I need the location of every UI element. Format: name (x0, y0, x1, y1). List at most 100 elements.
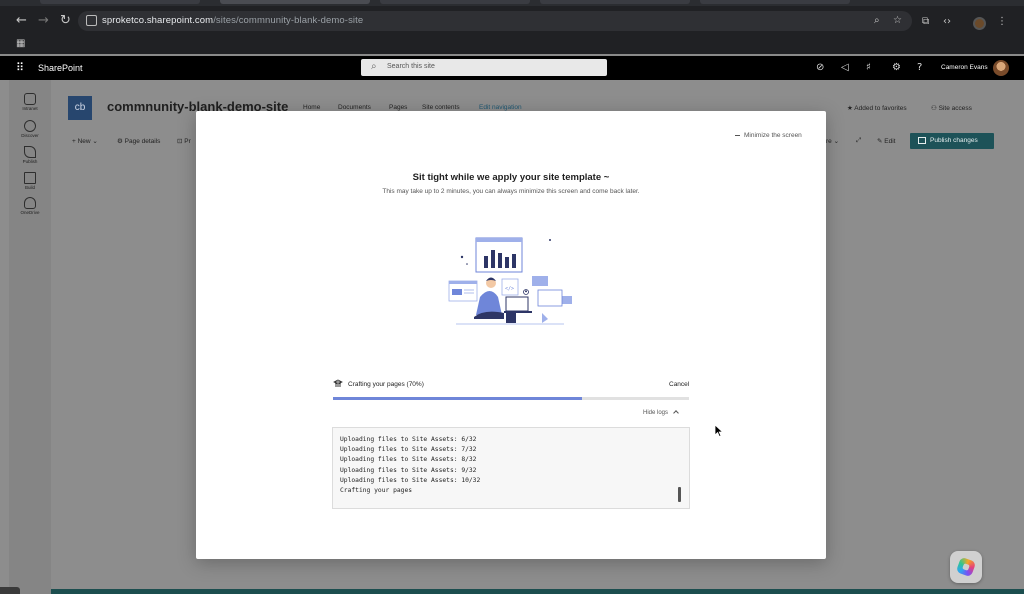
zoom-icon[interactable]: ⌕ (874, 15, 880, 26)
progress-label: Crafting your pages (70%) (348, 381, 424, 388)
favorites-label: Added to favorites (854, 105, 907, 112)
code-icon[interactable]: ‹› (943, 16, 951, 27)
log-scrollbar[interactable] (678, 487, 681, 502)
partial-share-button[interactable]: re ⌄ (826, 137, 839, 145)
minimize-label: Minimize the screen (744, 132, 802, 139)
copilot-icon (955, 556, 977, 578)
minimize-screen-button[interactable]: Minimize the screen (735, 132, 802, 139)
sharepoint-template-icon (333, 379, 343, 387)
chevron-up-icon (673, 410, 679, 417)
edit-button[interactable]: ✎ Edit (877, 137, 895, 145)
browser-menu-icon[interactable]: ⋮ (997, 16, 1007, 27)
share-icon[interactable]: ♯ (866, 62, 871, 73)
expand-icon[interactable]: ⤢ (856, 137, 861, 145)
app-launcher-icon[interactable]: ⠿ (16, 62, 24, 74)
new-button[interactable]: + New ⌄ (72, 137, 98, 145)
corner-badge (0, 587, 20, 594)
bookmark-star-icon[interactable]: ☆ (893, 15, 902, 26)
translate-icon[interactable]: ⧉ (922, 16, 929, 27)
publish-changes-button[interactable]: Publish changes (910, 133, 994, 149)
publish-icon (918, 137, 926, 144)
log-line: Uploading files to Site Assets: 10/32 (340, 476, 481, 484)
back-arrow-icon[interactable]: ← (16, 14, 27, 27)
site-info-icon[interactable] (86, 15, 97, 26)
partial-command-button[interactable]: ⊡ Pr (177, 137, 191, 145)
mouse-cursor-icon (714, 424, 724, 438)
settings-gear-icon[interactable]: ⚙ (892, 62, 901, 73)
url-omnibox[interactable]: sproketco.sharepoint.com/sites/commnunit… (78, 11, 912, 31)
template-illustration: </> (448, 237, 572, 325)
rail-item-discover[interactable]: Discover (9, 120, 51, 138)
url-path: /sites/commnunity-blank-demo-site (213, 15, 364, 26)
edit-label: Edit (884, 138, 896, 145)
rail-label: Discover (21, 133, 39, 138)
log-line: Uploading files to Site Assets: 6/32 (340, 436, 477, 443)
hide-logs-label: Hide logs (643, 410, 669, 416)
url-host: sproketco.sharepoint.com (102, 15, 214, 26)
site-nav-site-contents[interactable]: Site contents (422, 104, 460, 111)
log-line: Crafting your pages (340, 487, 413, 495)
site-access-button[interactable]: ⚇ Site access (931, 104, 972, 112)
copilot-button[interactable] (950, 551, 982, 583)
log-line: Uploading files to Site Assets: 8/32 (340, 456, 477, 464)
forward-arrow-icon[interactable]: → (38, 14, 49, 27)
app-bar: Intranet Discover Publish Build OneDrive (9, 80, 51, 594)
rail-label: Build (24, 185, 35, 190)
user-avatar[interactable] (993, 60, 1009, 76)
address-bar: ← → ↻ sproketco.sharepoint.com/sites/com… (0, 6, 1024, 36)
cancel-button[interactable]: Cancel (669, 381, 689, 388)
dialog-title: Sit tight while we apply your site templ… (412, 172, 610, 183)
rail-label: Intranet (22, 106, 38, 111)
browser-tab[interactable] (700, 0, 850, 4)
site-search-box[interactable]: ⌕ Search this site (361, 59, 607, 76)
browser-profile-avatar[interactable] (973, 17, 986, 30)
progress-bar-fill (333, 397, 583, 400)
apply-template-dialog: Minimize the screen Sit tight while we a… (196, 111, 826, 559)
user-name[interactable]: Cameron Evans (941, 64, 988, 71)
sharepoint-brand[interactable]: SharePoint (38, 63, 83, 73)
svg-text:</>: </> (505, 286, 514, 292)
rail-item-intranet[interactable]: Intranet (9, 93, 51, 111)
browser-tab[interactable] (540, 0, 690, 4)
pen-icon (24, 146, 36, 158)
partial-command-label: Pr (184, 138, 191, 145)
rail-item-publish[interactable]: Publish (9, 146, 51, 164)
apps-grid-icon[interactable]: ▦ (16, 39, 26, 49)
page-details-button[interactable]: ⚙ Page details (117, 137, 160, 145)
log-line: Uploading files to Site Assets: 9/32 (340, 466, 477, 474)
feedback-icon[interactable]: ⊘ (816, 62, 824, 73)
site-logo[interactable]: cb (68, 96, 92, 120)
hide-logs-toggle[interactable]: Hide logs (643, 410, 679, 417)
dialog-subtitle: This may take up to 2 minutes, you can a… (382, 188, 640, 195)
new-label: New (77, 138, 91, 145)
log-lines: Uploading files to Site Assets: 6/32 Uplo… (340, 435, 480, 496)
browser-tab-active[interactable] (220, 0, 370, 4)
search-placeholder: Search this site (387, 63, 435, 70)
build-icon (24, 172, 36, 184)
compass-icon (24, 120, 36, 132)
rail-item-onedrive[interactable]: OneDrive (9, 197, 51, 215)
site-nav-pages[interactable]: Pages (389, 104, 407, 111)
suite-bar: ⠿ SharePoint ⌕ Search this site ⊘ ◁ ♯ ⚙ … (0, 56, 1024, 80)
home-icon (24, 93, 36, 105)
progress-bar (333, 397, 689, 400)
page-bottom-strip (51, 589, 1024, 594)
chevron-down-icon: ⌄ (90, 138, 98, 145)
reload-icon[interactable]: ↻ (60, 14, 71, 27)
cloud-icon (24, 197, 36, 209)
megaphone-icon[interactable]: ◁ (841, 62, 849, 73)
edit-navigation-link[interactable]: Edit navigation (479, 104, 522, 111)
site-nav-documents[interactable]: Documents (338, 104, 371, 111)
rail-item-build[interactable]: Build (9, 172, 51, 190)
url-text: sproketco.sharepoint.com/sites/commnunit… (102, 15, 363, 26)
rail-label: Publish (22, 159, 38, 164)
log-line: Uploading files to Site Assets: 7/32 (340, 446, 477, 454)
log-panel[interactable]: Uploading files to Site Assets: 6/32 Uplo… (332, 427, 690, 509)
people-icon: ⚇ (931, 105, 939, 112)
help-icon[interactable]: ? (917, 62, 922, 73)
favorites-button[interactable]: ★ Added to favorites (847, 104, 907, 112)
browser-tab[interactable] (380, 0, 530, 4)
browser-tab[interactable] (40, 0, 200, 4)
site-nav-home[interactable]: Home (303, 104, 320, 111)
minimize-icon (735, 134, 740, 136)
